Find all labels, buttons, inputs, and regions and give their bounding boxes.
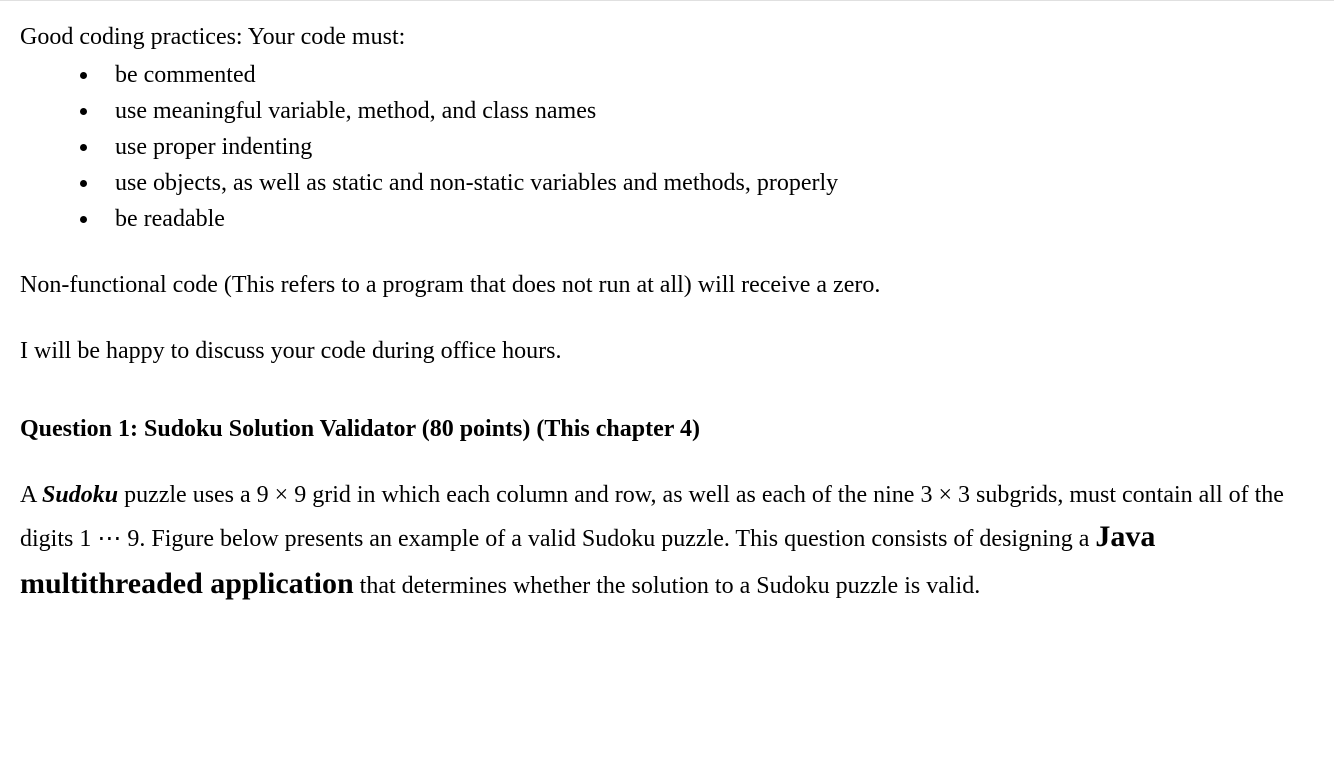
coding-practices-list: be commented use meaningful variable, me… — [20, 57, 1314, 237]
question-heading: Question 1: Sudoku Solution Validator (8… — [20, 411, 1314, 447]
list-item-text: be readable — [115, 201, 225, 237]
list-item: use meaningful variable, method, and cla… — [20, 93, 1314, 129]
bullet-icon — [80, 216, 87, 223]
nonfunctional-warning: Non-functional code (This refers to a pr… — [20, 267, 1314, 303]
list-item: use objects, as well as static and non-s… — [20, 165, 1314, 201]
question-body: A Sudoku puzzle uses a 9 × 9 grid in whi… — [20, 477, 1314, 607]
q-sudoku-word: Sudoku — [42, 482, 118, 508]
list-item-text: be commented — [115, 57, 256, 93]
intro-text: Good coding practices: Your code must: — [20, 19, 1314, 55]
q-part2: that determines whether the solution to … — [354, 573, 981, 599]
bullet-icon — [80, 144, 87, 151]
q-prefix: A — [20, 482, 42, 508]
list-item: be commented — [20, 57, 1314, 93]
list-item: use proper indenting — [20, 129, 1314, 165]
bullet-icon — [80, 180, 87, 187]
office-hours-note: I will be happy to discuss your code dur… — [20, 333, 1314, 369]
list-item-text: use meaningful variable, method, and cla… — [115, 93, 596, 129]
list-item-text: use objects, as well as static and non-s… — [115, 165, 838, 201]
list-item-text: use proper indenting — [115, 129, 312, 165]
list-item: be readable — [20, 201, 1314, 237]
bullet-icon — [80, 72, 87, 79]
bullet-icon — [80, 108, 87, 115]
